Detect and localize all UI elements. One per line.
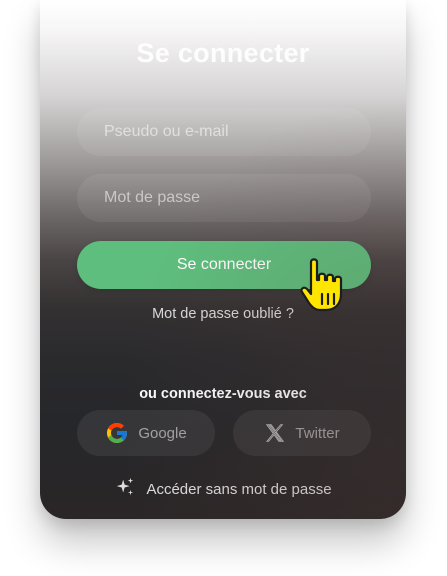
google-login-label: Google	[138, 424, 187, 442]
twitter-login-button[interactable]: Twitter	[233, 410, 371, 456]
password-field[interactable]	[77, 174, 371, 222]
page-title: Se connecter	[136, 38, 310, 68]
x-twitter-icon	[264, 422, 286, 444]
social-login-heading: ou connectez-vous avec	[139, 386, 307, 402]
hand-pointer-cursor-icon	[298, 256, 354, 314]
password-input[interactable]	[102, 188, 346, 208]
passwordless-login-link[interactable]: Accéder sans mot de passe	[40, 476, 406, 502]
google-icon	[105, 421, 129, 445]
username-field[interactable]	[77, 108, 371, 156]
sparkles-icon	[114, 476, 136, 502]
username-input[interactable]	[102, 122, 346, 142]
passwordless-label: Accéder sans mot de passe	[146, 480, 332, 498]
twitter-login-label: Twitter	[295, 424, 340, 442]
google-login-button[interactable]: Google	[77, 410, 215, 456]
